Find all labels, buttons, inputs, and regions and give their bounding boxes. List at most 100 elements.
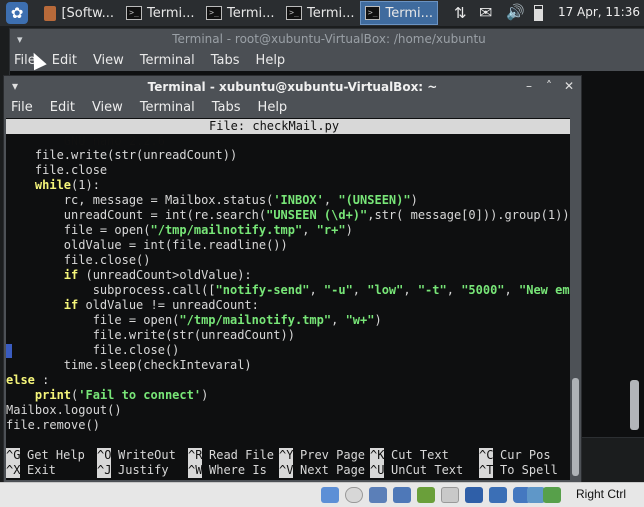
code-token: ) xyxy=(374,313,382,327)
harddisk-icon[interactable] xyxy=(321,487,339,503)
video-capture-icon[interactable] xyxy=(489,487,507,503)
xfce-menu-icon[interactable]: ✿ xyxy=(6,2,28,24)
code-token: , xyxy=(323,193,339,207)
code-token: ,str( message[0])).group(1)) xyxy=(367,208,570,222)
code-token: file = open( xyxy=(6,223,151,237)
code-line: oldValue = int(file.readline()) xyxy=(6,238,570,253)
minimize-icon[interactable]: – xyxy=(522,80,536,93)
keyboard-capture-icon[interactable] xyxy=(543,487,561,503)
volume-icon[interactable]: 🔊 xyxy=(506,3,525,21)
back-scrollbar-thumb[interactable] xyxy=(630,380,639,430)
code-line: if oldValue != unreadCount: xyxy=(6,298,570,313)
code-token: "w+" xyxy=(345,313,375,327)
shortcut-label: Prev Page xyxy=(300,448,366,462)
window-menu-icon[interactable]: ▾ xyxy=(17,33,23,46)
menu-edit[interactable]: Edit xyxy=(52,53,77,68)
code-line: file = open("/tmp/mailnotify.tmp", "r+") xyxy=(6,223,570,238)
code-token: file.close() xyxy=(6,253,151,267)
code-line: unreadCount = int(re.search("UNSEEN (\d+… xyxy=(6,208,570,223)
menu-file[interactable]: File xyxy=(11,100,33,115)
network-icon[interactable]: ⇅ xyxy=(454,4,467,22)
audio-icon[interactable] xyxy=(369,487,387,503)
mail-icon[interactable]: ✉ xyxy=(479,3,492,22)
code-token: file.write(str(unreadCount)) xyxy=(6,328,295,342)
shared-folders-icon[interactable] xyxy=(441,487,459,503)
task-terminal-3[interactable]: >_ Termi... xyxy=(282,1,360,25)
display-icon[interactable] xyxy=(465,487,483,503)
shortcut-label: Cut Text xyxy=(391,448,449,462)
code-token: 'Fail to connect' xyxy=(78,388,202,402)
code-token: if xyxy=(63,268,79,282)
usb-icon[interactable] xyxy=(417,487,435,503)
shortcut-label: To Spell xyxy=(500,463,558,477)
shortcut-key: ^O xyxy=(97,448,112,463)
menu-view[interactable]: View xyxy=(93,53,124,68)
close-icon[interactable]: ✕ xyxy=(562,80,576,93)
optical-drive-icon[interactable] xyxy=(345,487,363,503)
software-center-icon xyxy=(44,5,57,21)
code-line: file.close xyxy=(6,163,570,178)
code-token: file.write(str(unreadCount)) xyxy=(6,148,238,162)
menu-terminal[interactable]: Terminal xyxy=(140,53,195,68)
menu-tabs[interactable]: Tabs xyxy=(212,100,241,115)
menu-edit[interactable]: Edit xyxy=(50,100,75,115)
code-token: "r+" xyxy=(316,223,346,237)
shortcut-label: Where Is xyxy=(209,463,267,477)
code-token: subprocess.call([ xyxy=(6,283,216,297)
terminal-window-xubuntu: ▾ Terminal - xubuntu@xubuntu-VirtualBox:… xyxy=(3,75,582,485)
taskbar: ✿ [Softw... >_ Termi... >_ Termi... >_ T… xyxy=(0,0,644,26)
code-editor[interactable]: file.write(str(unreadCount)) file.close … xyxy=(6,148,570,433)
shortcut-key: ^V xyxy=(279,463,294,478)
code-token: oldValue = int(file.readline()) xyxy=(6,238,288,252)
code-token: ) xyxy=(345,223,353,237)
menu-tabs[interactable]: Tabs xyxy=(211,53,240,68)
shortcut-label: Exit xyxy=(27,463,56,477)
shortcut-key: ^T xyxy=(479,463,494,478)
code-token: "-t" xyxy=(417,283,447,297)
battery-icon[interactable] xyxy=(534,5,543,21)
menu-help[interactable]: Help xyxy=(256,53,286,68)
window-menu-icon[interactable]: ▾ xyxy=(8,80,22,93)
shortcut-key: ^K xyxy=(370,448,385,463)
menu-terminal[interactable]: Terminal xyxy=(140,100,195,115)
task-label: Termi... xyxy=(385,5,433,21)
code-token: print xyxy=(34,388,72,402)
shortcut-key: ^G xyxy=(6,448,21,463)
menu-bar: File Edit View Terminal Tabs Help xyxy=(10,49,644,71)
menu-help[interactable]: Help xyxy=(258,100,288,115)
task-terminal-1[interactable]: >_ Termi... xyxy=(122,1,200,25)
terminal-area[interactable]: GNU nano 2.2.6 File: checkMail.py file.w… xyxy=(6,118,570,480)
code-token: file.close() xyxy=(6,343,180,357)
task-label: Termi... xyxy=(307,5,355,21)
shortcut-label: Get Help xyxy=(27,448,85,462)
code-line: file.write(str(unreadCount)) xyxy=(6,148,570,163)
shortcut-row: ^X Exit ^J Justify ^W Where Is ^V Next Page ^U Un… xyxy=(6,463,570,478)
task-terminal-2[interactable]: >_ Termi... xyxy=(202,1,280,25)
clock[interactable]: 17 Apr, 11:36 xyxy=(558,5,640,19)
code-token: "-u" xyxy=(323,283,353,297)
vertical-scrollbar[interactable] xyxy=(571,118,581,480)
host-key-label: Right Ctrl xyxy=(575,487,626,501)
code-token: (unreadCount>oldValue): xyxy=(78,268,252,282)
text-cursor xyxy=(6,344,12,358)
maximize-icon[interactable]: ˄ xyxy=(542,80,556,93)
code-token: , xyxy=(331,313,346,327)
code-token: "notify-send" xyxy=(215,283,310,297)
network-adapter-icon[interactable] xyxy=(393,487,411,503)
menu-view[interactable]: View xyxy=(92,100,123,115)
shortcut-key: ^X xyxy=(6,463,21,478)
scrollbar-thumb[interactable] xyxy=(572,378,579,476)
code-line: file.close() xyxy=(6,343,570,358)
terminal-icon: >_ xyxy=(365,6,381,20)
shortcut-key: ^U xyxy=(370,463,385,478)
code-token: time.sleep(checkIntevaral) xyxy=(6,358,252,372)
code-token: "UNSEEN (\d+)" xyxy=(266,208,368,222)
task-software[interactable]: [Softw... xyxy=(40,1,118,25)
code-token: rc, message = Mailbox.status( xyxy=(6,193,274,207)
terminal-icon: >_ xyxy=(206,6,222,20)
code-token: else xyxy=(6,373,35,387)
code-token: "/tmp/mailnotify.tmp" xyxy=(179,313,332,327)
code-line: rc, message = Mailbox.status('INBOX', "(… xyxy=(6,193,570,208)
task-terminal-4[interactable]: >_ Termi... xyxy=(360,1,438,25)
